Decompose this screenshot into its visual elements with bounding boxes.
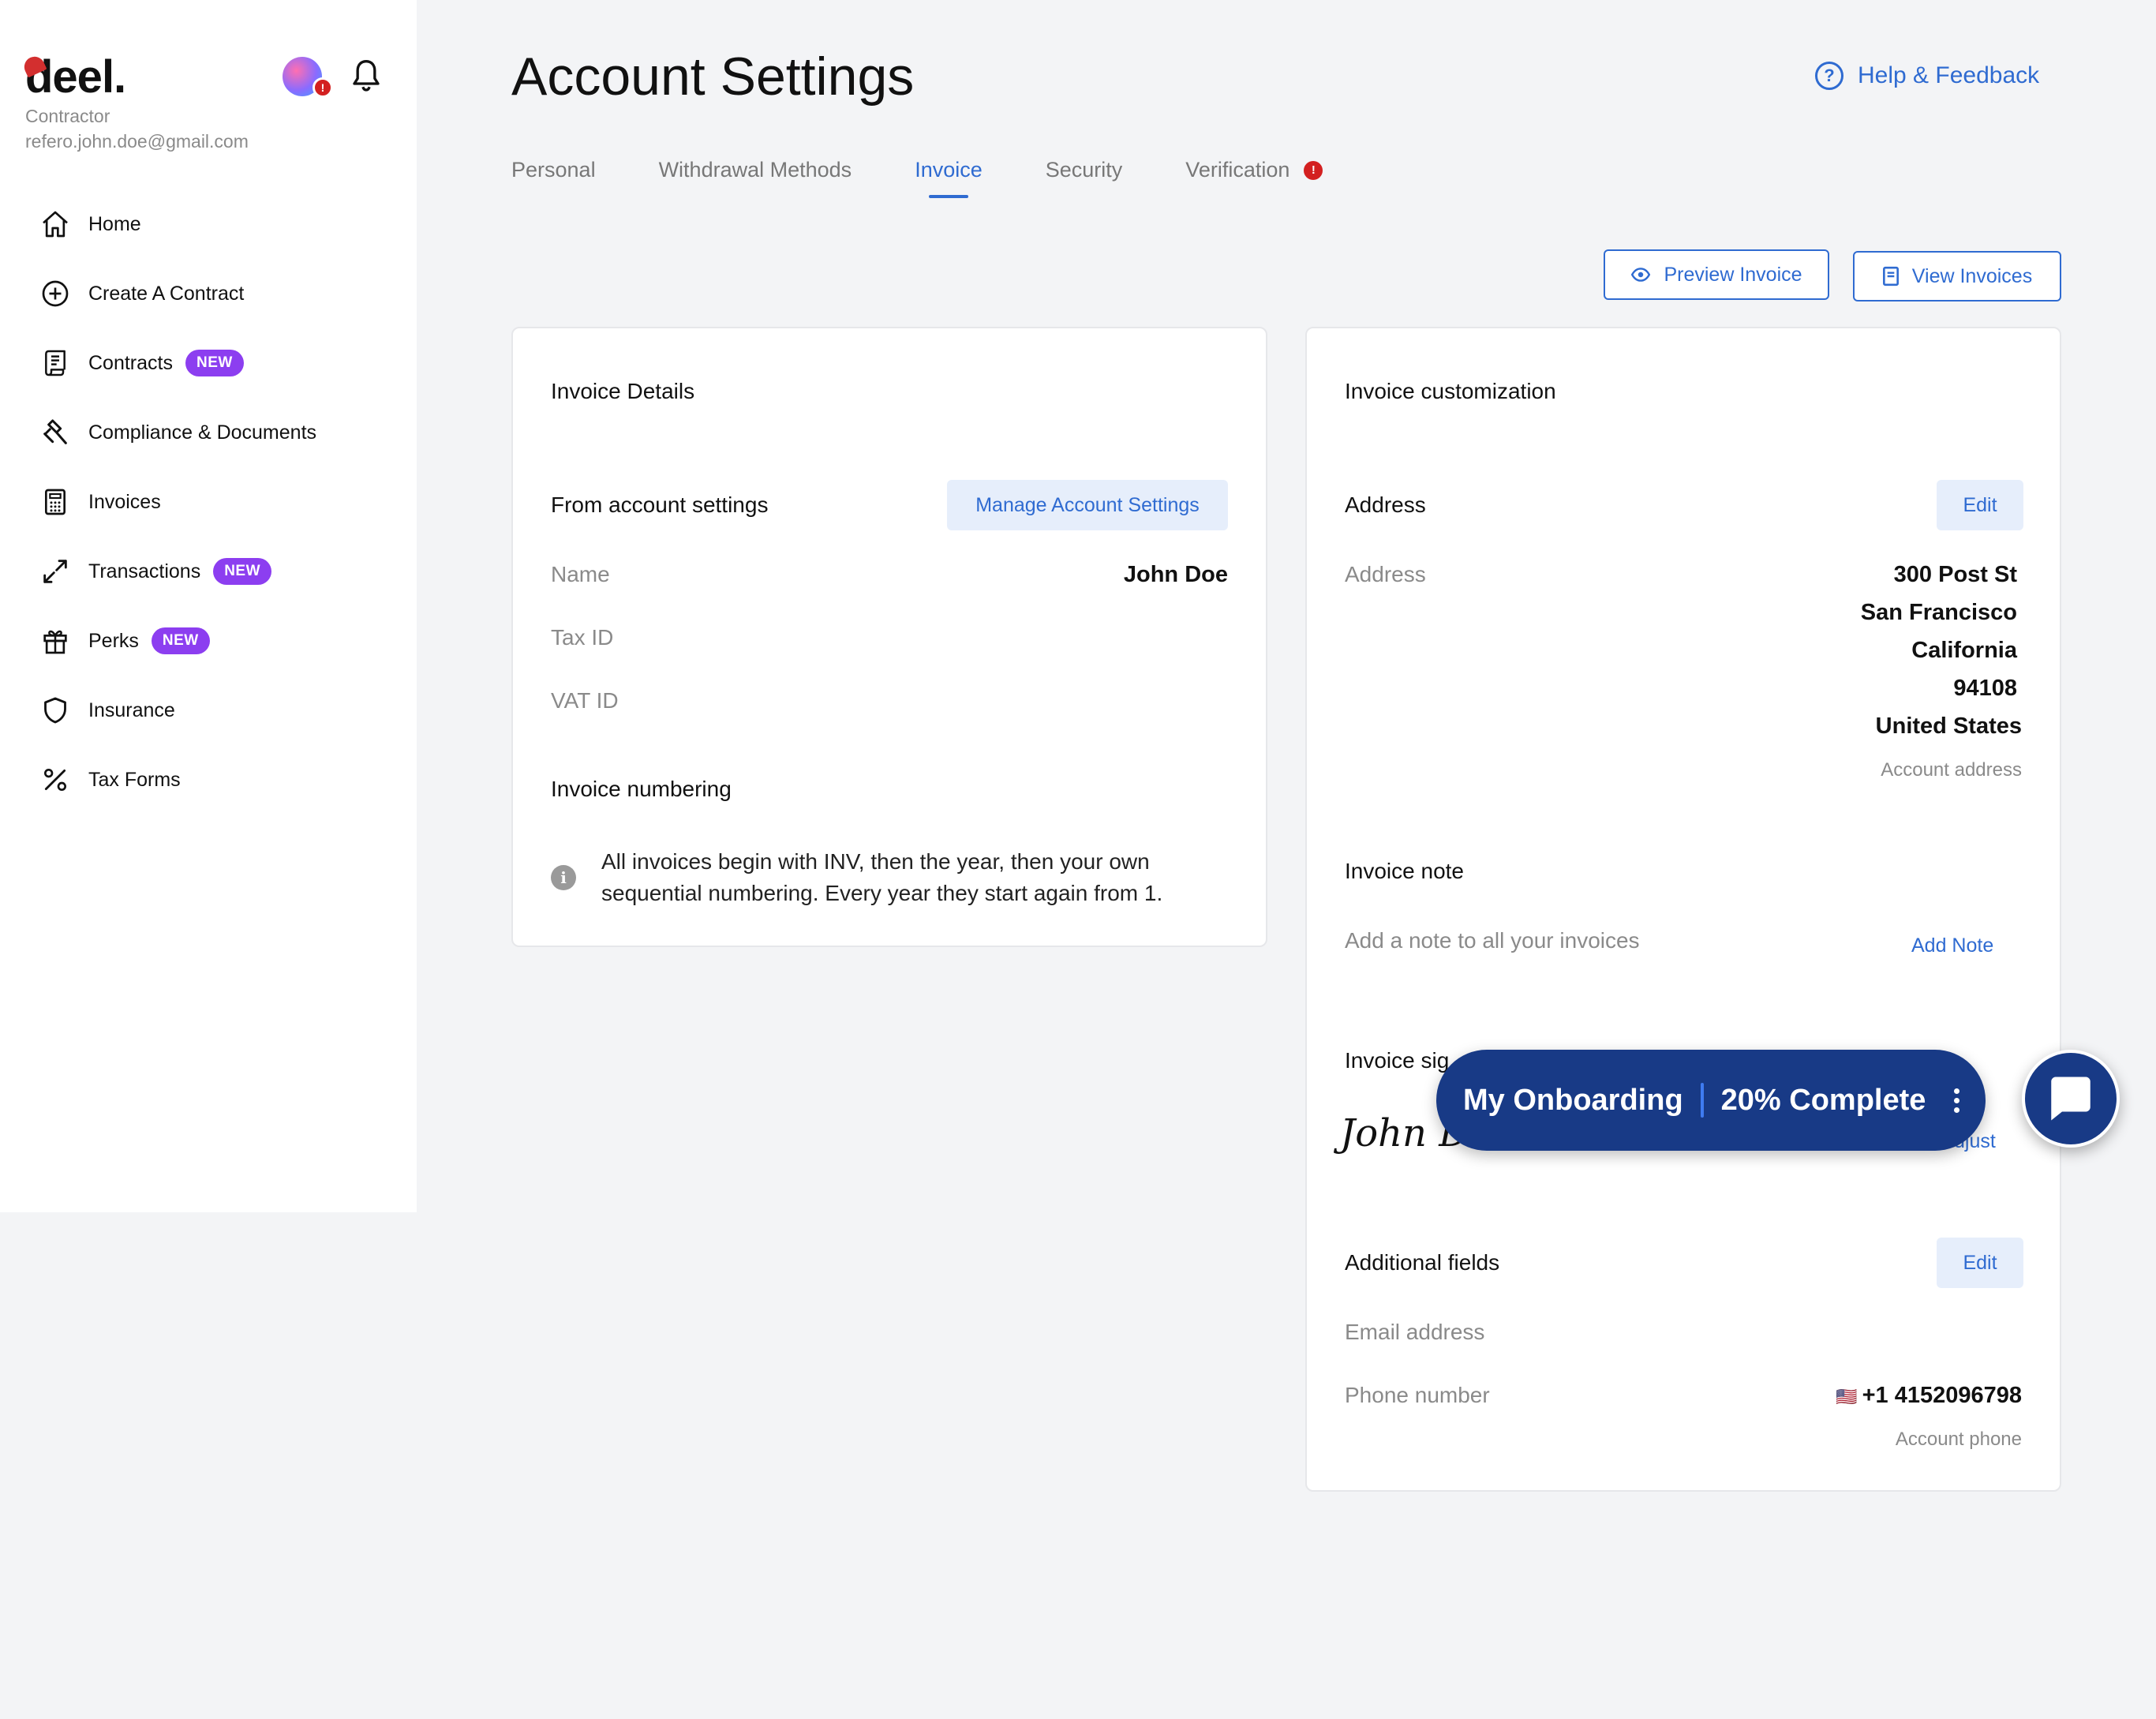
sidebar-item-compliance[interactable]: Compliance & Documents bbox=[38, 398, 401, 467]
info-icon: i bbox=[551, 865, 576, 890]
edit-address-button[interactable]: Edit bbox=[1937, 480, 2023, 530]
card-title: Invoice Details bbox=[551, 379, 695, 403]
address-label: Address bbox=[1345, 562, 1426, 586]
sidebar-item-home[interactable]: Home bbox=[38, 189, 401, 259]
eye-icon bbox=[1631, 268, 1651, 282]
card-title: Invoice customization bbox=[1345, 379, 1556, 403]
sidebar-item-label: Contracts bbox=[88, 351, 173, 374]
help-label: Help & Feedback bbox=[1858, 62, 2040, 88]
sidebar-item-contracts[interactable]: Contracts NEW bbox=[38, 328, 401, 398]
address-line: San Francisco bbox=[1860, 600, 2017, 625]
chat-bubble-icon bbox=[2051, 1077, 2090, 1121]
address-heading: Address bbox=[1345, 492, 1426, 517]
address-line: 94108 bbox=[1953, 676, 2017, 701]
settings-tabs: Personal Withdrawal Methods Invoice Secu… bbox=[511, 158, 1386, 198]
sidebar-nav: Home Create A Contract Contracts NEW Com… bbox=[38, 189, 401, 815]
onboarding-progress: 20% Complete bbox=[1720, 1083, 1926, 1117]
sidebar-item-label: Invoices bbox=[88, 490, 161, 513]
chat-button[interactable] bbox=[2022, 1050, 2120, 1148]
bell-icon[interactable] bbox=[350, 58, 382, 93]
additional-fields-heading: Additional fields bbox=[1345, 1250, 1500, 1275]
sidebar: deel. ! Contractor refero.john.doe@gmail… bbox=[0, 0, 417, 1212]
invoice-signature-heading: Invoice sig bbox=[1345, 1048, 1450, 1073]
document-icon bbox=[1882, 266, 1899, 286]
invoice-customization-card: Invoice customization Address Edit Addre… bbox=[1305, 327, 2061, 1492]
address-line: California bbox=[1911, 638, 2017, 663]
name-label: Name bbox=[551, 562, 610, 586]
arrows-icon bbox=[38, 554, 73, 589]
email-address-label: Email address bbox=[1345, 1320, 1485, 1344]
onboarding-progress-pill[interactable]: My Onboarding 20% Complete bbox=[1436, 1050, 1986, 1151]
help-feedback-link[interactable]: ? Help & Feedback bbox=[1815, 62, 2039, 90]
sidebar-item-tax-forms[interactable]: Tax Forms bbox=[38, 745, 401, 815]
deel-logo[interactable]: deel. bbox=[21, 51, 126, 103]
gavel-icon bbox=[38, 415, 73, 450]
account-email: refero.john.doe@gmail.com bbox=[25, 131, 249, 152]
gift-icon bbox=[38, 624, 73, 658]
preview-label: Preview Invoice bbox=[1664, 263, 1802, 286]
address-line: 300 Post St bbox=[1893, 562, 2017, 587]
account-role: Contractor bbox=[25, 106, 110, 126]
plus-circle-icon bbox=[38, 276, 73, 311]
preview-invoice-button[interactable]: Preview Invoice bbox=[1604, 249, 1829, 300]
alert-icon: ! bbox=[1304, 160, 1323, 180]
sidebar-item-label: Compliance & Documents bbox=[88, 421, 317, 444]
sidebar-item-create-contract[interactable]: Create A Contract bbox=[38, 259, 401, 328]
numbering-info: All invoices begin with INV, then the ye… bbox=[601, 849, 1163, 905]
sidebar-item-label: Transactions bbox=[88, 560, 201, 582]
tab-invoice[interactable]: Invoice bbox=[915, 158, 983, 198]
new-badge: NEW bbox=[185, 350, 244, 376]
vat-id-label: VAT ID bbox=[551, 688, 619, 713]
address-note: Account address bbox=[1881, 759, 2022, 781]
new-badge: NEW bbox=[151, 627, 210, 654]
view-invoices-button[interactable]: View Invoices bbox=[1853, 251, 2061, 301]
add-note-link[interactable]: Add Note bbox=[1911, 934, 1993, 957]
contract-icon bbox=[38, 346, 73, 380]
from-settings-heading: From account settings bbox=[551, 492, 769, 517]
manage-account-settings-button[interactable]: Manage Account Settings bbox=[947, 480, 1228, 530]
tab-label: Verification bbox=[1185, 158, 1290, 182]
sidebar-item-invoices[interactable]: Invoices bbox=[38, 467, 401, 537]
address-line: United States bbox=[1875, 713, 2022, 739]
sidebar-item-transactions[interactable]: Transactions NEW bbox=[38, 537, 401, 606]
sidebar-item-label: Insurance bbox=[88, 698, 175, 721]
home-icon bbox=[38, 207, 73, 242]
calculator-icon bbox=[38, 485, 73, 519]
phone-note: Account phone bbox=[1895, 1429, 2022, 1450]
kebab-menu-icon[interactable] bbox=[1954, 1088, 1960, 1113]
sidebar-item-insurance[interactable]: Insurance bbox=[38, 676, 401, 745]
name-value: John Doe bbox=[1123, 562, 1228, 587]
onboarding-label: My Onboarding bbox=[1463, 1083, 1683, 1117]
shield-icon bbox=[38, 693, 73, 728]
new-badge: NEW bbox=[213, 558, 272, 585]
percent-icon bbox=[38, 762, 73, 797]
edit-additional-fields-button[interactable]: Edit bbox=[1937, 1238, 2023, 1288]
page-title: Account Settings bbox=[511, 47, 915, 107]
sidebar-item-perks[interactable]: Perks NEW bbox=[38, 606, 401, 676]
sidebar-item-label: Home bbox=[88, 212, 141, 235]
question-icon: ? bbox=[1815, 62, 1843, 90]
tab-verification[interactable]: Verification ! bbox=[1185, 158, 1323, 182]
invoice-note-heading: Invoice note bbox=[1345, 859, 1464, 883]
us-flag-icon: 🇺🇸 bbox=[1836, 1387, 1858, 1406]
tax-id-label: Tax ID bbox=[551, 625, 614, 650]
sidebar-item-label: Perks bbox=[88, 629, 139, 652]
tab-withdrawal-methods[interactable]: Withdrawal Methods bbox=[659, 158, 852, 182]
phone-value: 🇺🇸 +1 4152096798 bbox=[1836, 1383, 2022, 1408]
avatar-alert-badge: ! bbox=[313, 77, 333, 98]
invoice-details-card: Invoice Details From account settings Ma… bbox=[511, 327, 1267, 947]
tab-personal[interactable]: Personal bbox=[511, 158, 596, 182]
divider bbox=[1700, 1083, 1704, 1118]
note-placeholder: Add a note to all your invoices bbox=[1345, 928, 1640, 953]
sidebar-item-label: Tax Forms bbox=[88, 768, 181, 791]
sidebar-item-label: Create A Contract bbox=[88, 282, 245, 305]
tab-security[interactable]: Security bbox=[1046, 158, 1123, 182]
phone-number-label: Phone number bbox=[1345, 1383, 1490, 1407]
view-invoices-label: View Invoices bbox=[1911, 264, 2033, 287]
invoice-numbering-heading: Invoice numbering bbox=[551, 777, 732, 801]
